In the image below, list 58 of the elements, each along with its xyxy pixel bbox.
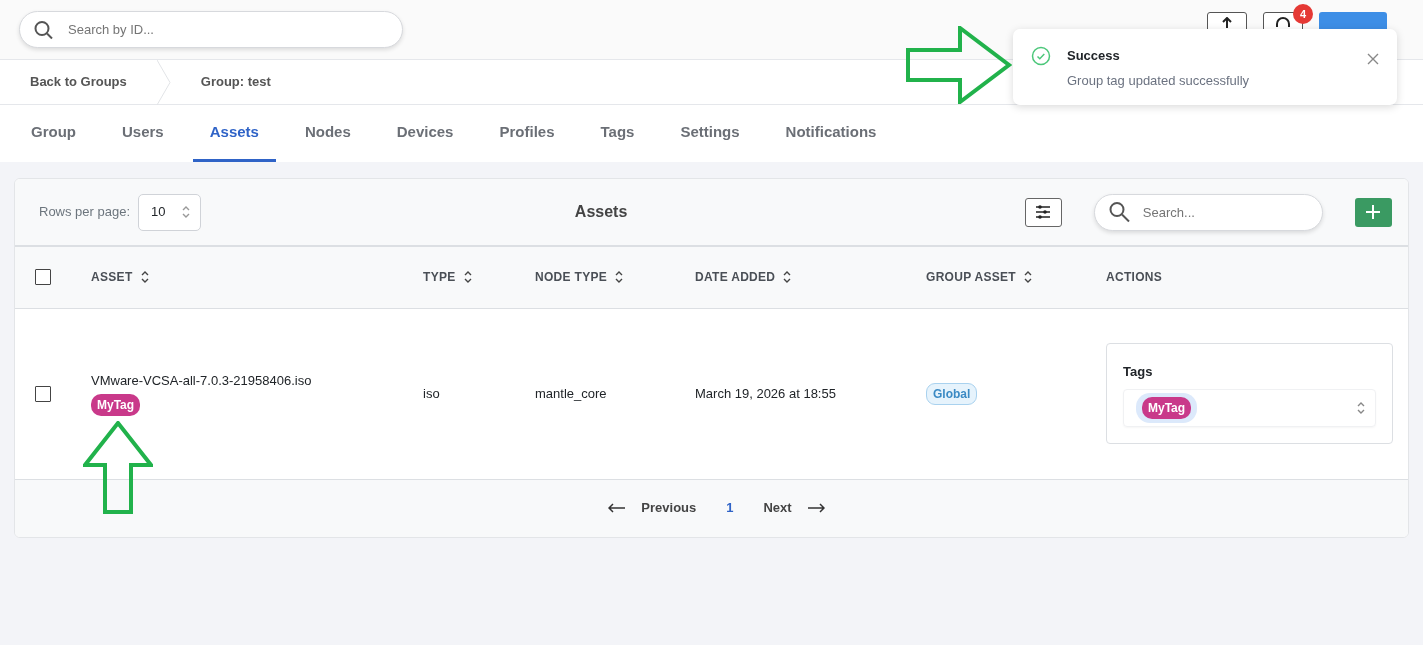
table-cell: iso <box>423 385 440 401</box>
arrow-left-icon <box>608 503 626 513</box>
previous-button[interactable]: Previous <box>608 498 697 518</box>
breadcrumb-link[interactable]: Back to Groups <box>0 60 157 104</box>
column-header: NODE TYPE <box>535 269 608 287</box>
close-icon <box>1367 52 1379 65</box>
column-header: ASSET <box>91 269 133 287</box>
tab[interactable]: Profiles <box>482 105 572 162</box>
sort-icon <box>463 271 472 284</box>
tab[interactable]: Devices <box>379 105 471 162</box>
field-label: Tags <box>1123 362 1154 381</box>
tab[interactable]: Assets <box>192 105 276 162</box>
filter-button[interactable] <box>1024 197 1062 227</box>
toast-message: Group tag updated successfully <box>1067 71 1251 90</box>
tag-label: MyTag <box>91 394 141 417</box>
sort-icon <box>181 206 190 218</box>
check-circle-icon <box>1031 46 1051 66</box>
notification-badge: 4 <box>1293 4 1313 24</box>
toast-title: Success <box>1067 47 1121 65</box>
next-button[interactable]: Next <box>763 498 825 518</box>
select-value: 10 <box>151 203 166 222</box>
tab[interactable]: Settings <box>663 105 757 162</box>
sort-icon <box>1024 271 1032 284</box>
sort-icon <box>783 271 792 284</box>
column-header: TYPE <box>423 269 456 287</box>
sort-icon <box>615 271 624 284</box>
tab[interactable]: Users <box>105 105 181 162</box>
column-header: DATE ADDED <box>695 269 776 287</box>
tab[interactable]: Tags <box>583 105 652 162</box>
tab[interactable]: Group <box>14 105 93 162</box>
arrow-right-icon <box>807 503 825 513</box>
card-title: Assets <box>574 202 629 222</box>
sliders-icon <box>1035 205 1052 219</box>
breadcrumb-link[interactable]: Group: test <box>170 60 301 104</box>
column-header: GROUP ASSET <box>926 269 1016 287</box>
sort-icon <box>1357 402 1365 415</box>
search-icon <box>34 20 53 39</box>
tab[interactable]: Nodes <box>287 105 368 162</box>
search-field[interactable]: Search... <box>1093 193 1323 231</box>
group-asset-label: Global <box>926 382 978 405</box>
tags-select[interactable]: MyTag <box>1123 389 1376 428</box>
search-icon <box>1108 201 1130 223</box>
tag-label: MyTag <box>1142 397 1192 420</box>
table-cell: March 19, 2026 at 18:55 <box>695 385 836 401</box>
sort-icon <box>140 271 149 284</box>
asset-name: VMware-VCSA-all-7.0.3-21958406.iso <box>91 371 313 390</box>
row-checkbox[interactable] <box>35 385 51 402</box>
table-cell: mantle_core <box>535 385 607 401</box>
select-all-checkbox[interactable] <box>35 269 51 286</box>
search-field[interactable]: Search by ID... <box>19 11 403 48</box>
column-header: ACTIONS <box>1106 269 1163 287</box>
rows-per-page-select[interactable]: 10 <box>138 193 201 231</box>
page-button[interactable]: 1 <box>726 498 734 518</box>
add-button[interactable] <box>1354 197 1392 227</box>
plus-icon <box>1366 205 1381 219</box>
tab[interactable]: Notifications <box>768 105 894 162</box>
arrow-up-icon <box>1222 17 1232 28</box>
rows-per-page-label: Rows per page: <box>39 203 131 222</box>
